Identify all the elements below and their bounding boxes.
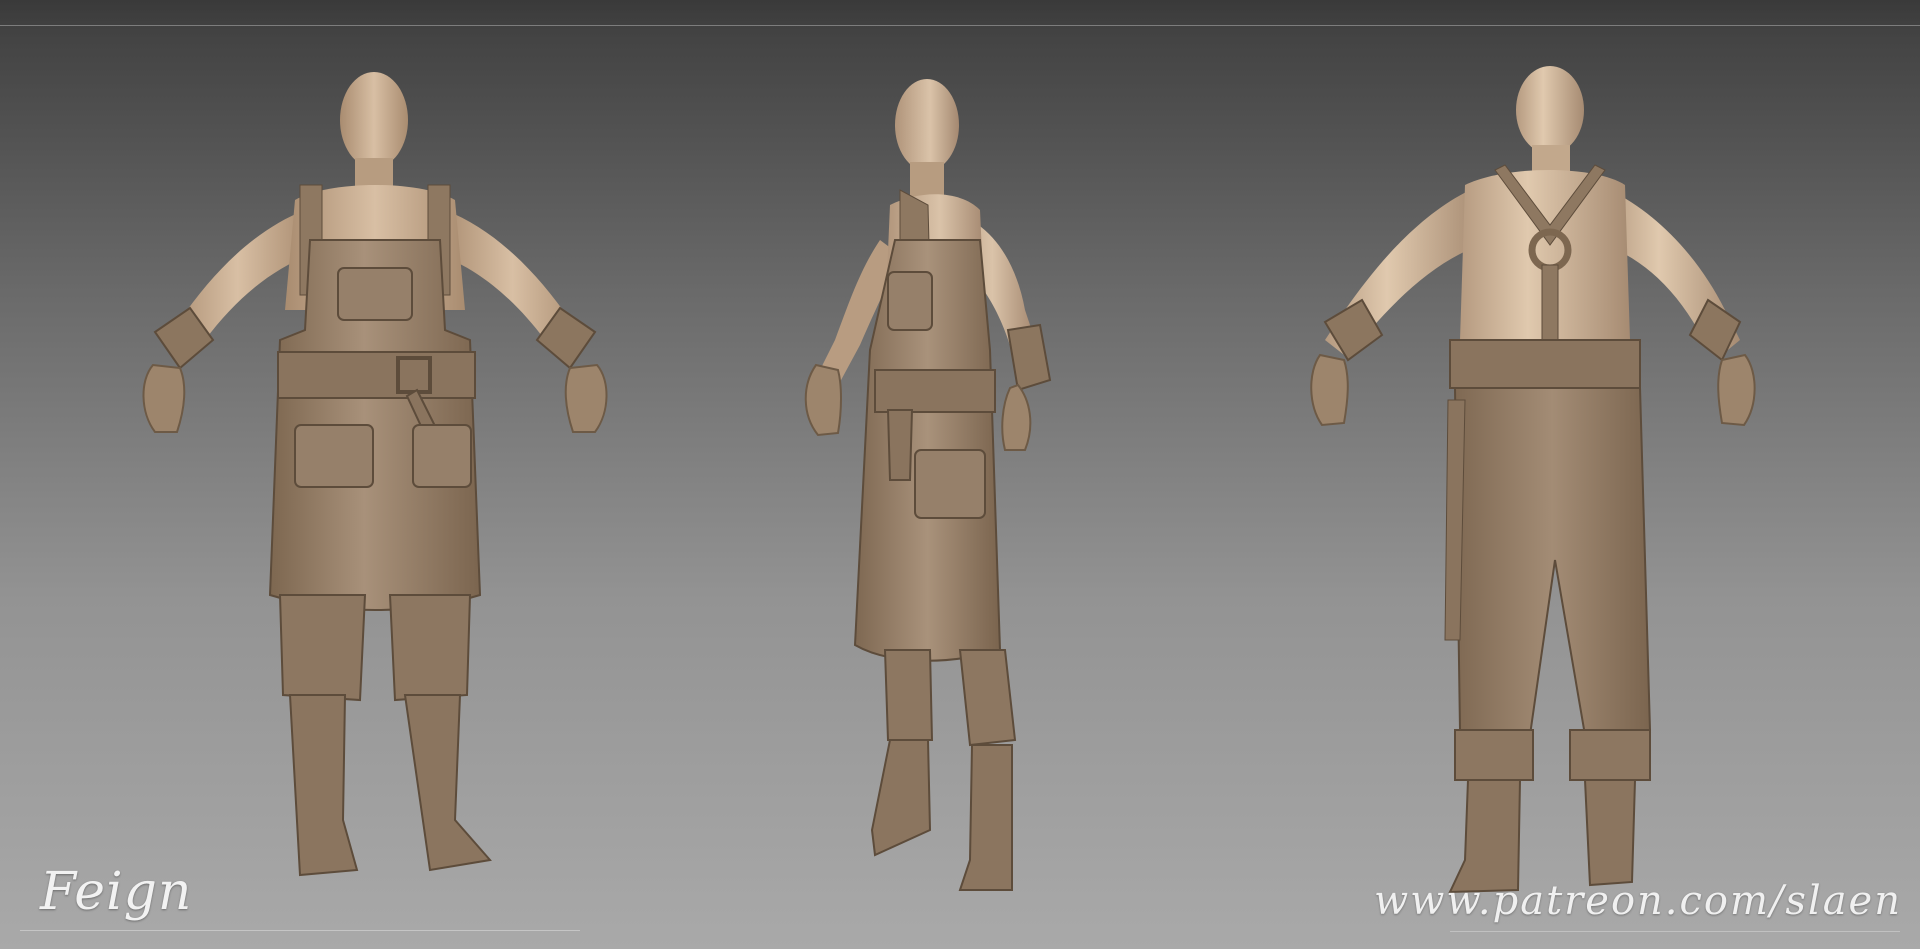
top-divider-line: [0, 25, 1920, 26]
patreon-url: www.patreon.com/slaen: [1373, 878, 1902, 924]
blacksmith-back-view: [1270, 40, 1810, 910]
blacksmith-front-view: [95, 40, 655, 910]
url-underline: [1450, 931, 1900, 932]
signature-underline: [20, 930, 580, 931]
blacksmith-side-view: [780, 40, 1130, 910]
artist-signature: Feign: [40, 862, 193, 922]
